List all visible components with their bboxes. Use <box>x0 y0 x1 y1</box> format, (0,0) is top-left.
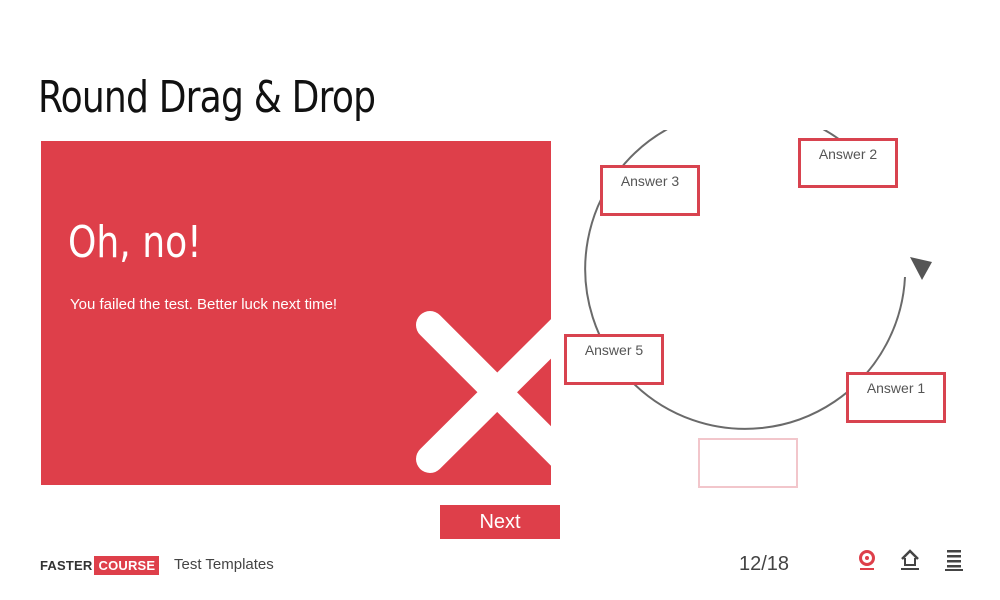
next-button[interactable]: Next <box>440 505 560 539</box>
answer-3-box[interactable]: Answer 3 <box>600 165 700 216</box>
page-counter: 12/18 <box>739 553 790 575</box>
logo-course-text: COURSE <box>94 555 160 575</box>
home-icon[interactable] <box>899 548 921 572</box>
fail-x-icon <box>416 311 551 473</box>
course-title: Test Templates <box>174 556 274 573</box>
menu-icon[interactable] <box>943 548 965 572</box>
answer-2-box[interactable]: Answer 2 <box>798 138 898 188</box>
feedback-panel: Oh, no! You failed the test. Better luck… <box>41 141 551 485</box>
help-icon[interactable] <box>856 548 878 572</box>
logo-faster-text: FASTER <box>40 557 93 573</box>
answer-5-box[interactable]: Answer 5 <box>564 334 664 385</box>
logo: FASTER COURSE <box>40 555 160 575</box>
answer-1-box[interactable]: Answer 1 <box>846 372 946 423</box>
drop-zone[interactable] <box>698 438 798 488</box>
page-title: Round Drag & Drop <box>38 72 376 123</box>
